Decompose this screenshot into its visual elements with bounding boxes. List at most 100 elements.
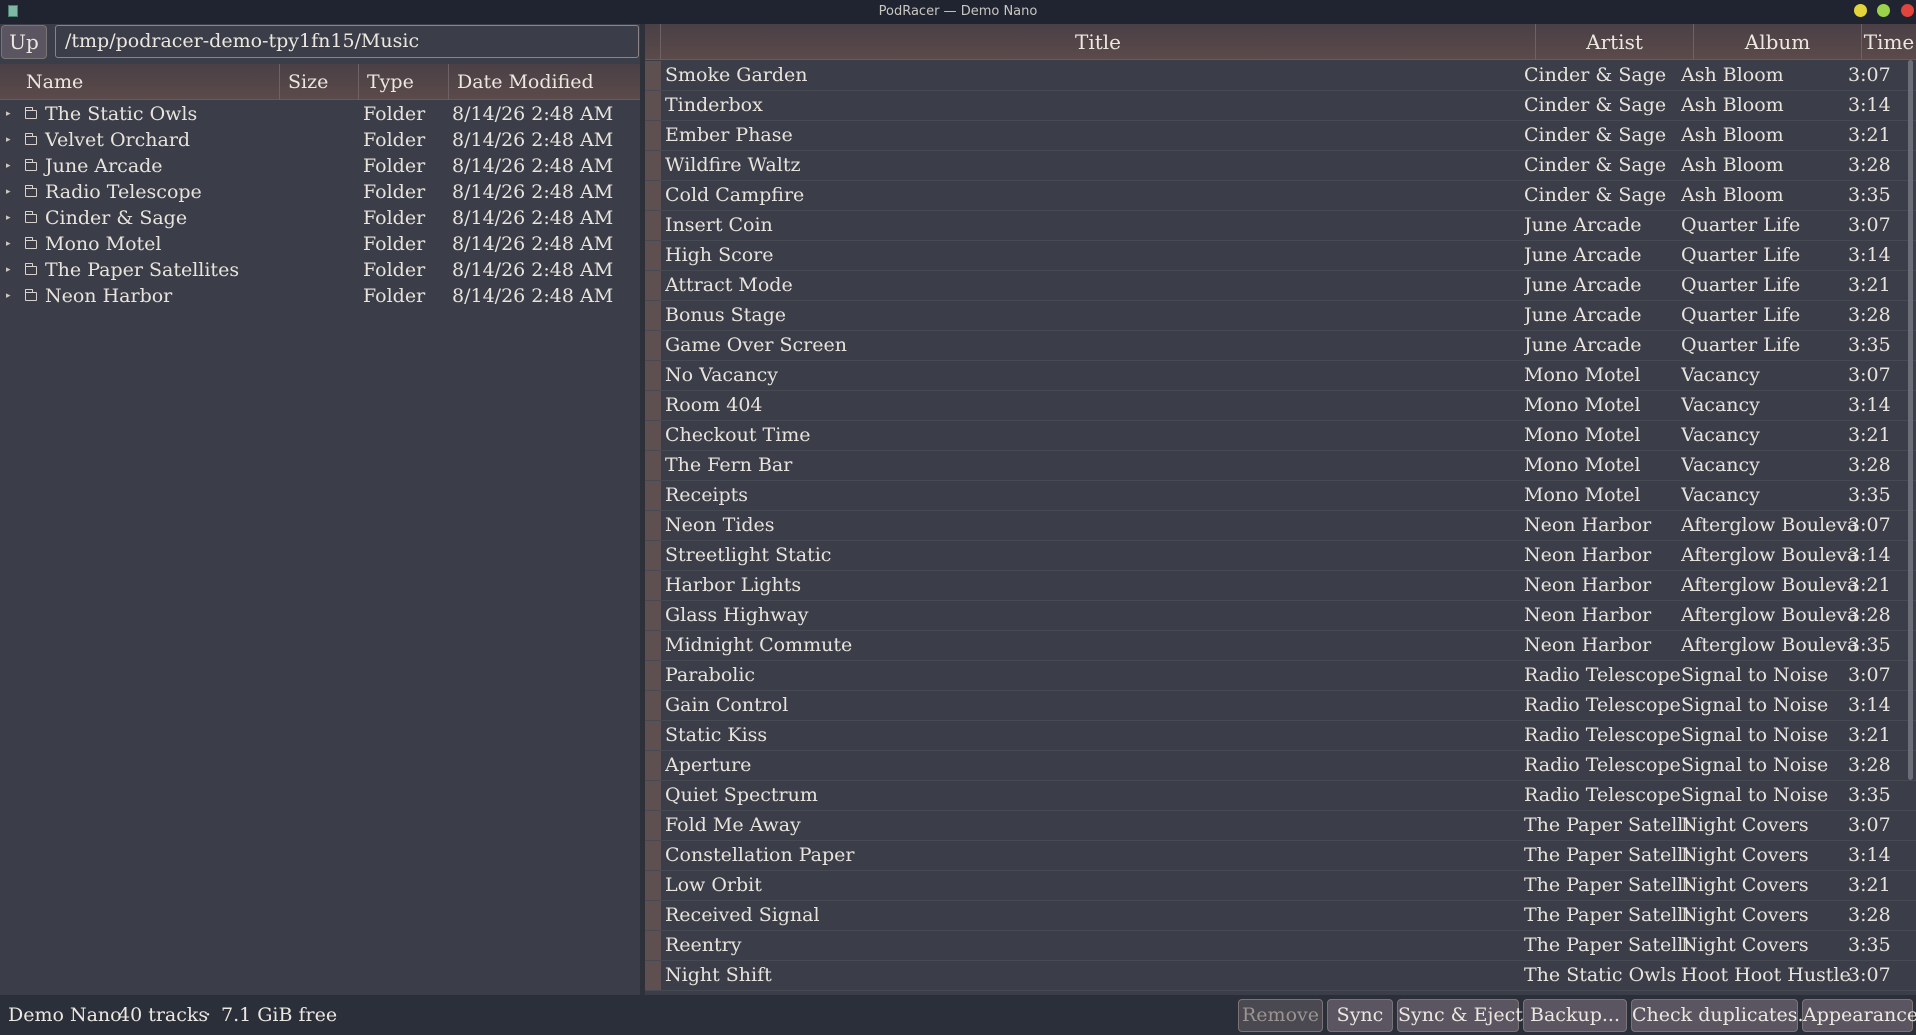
- row-header[interactable]: [645, 121, 661, 150]
- row-header[interactable]: [645, 631, 661, 660]
- row-header[interactable]: [645, 331, 661, 360]
- track-row[interactable]: Attract Mode June Arcade Quarter Life 3:21: [645, 271, 1916, 301]
- file-name: Mono Motel: [45, 233, 162, 255]
- column-header-name[interactable]: Name: [0, 64, 280, 100]
- file-list-item[interactable]: ▸ The Static Owls Folder 8/14/26 2:48 AM: [0, 101, 640, 127]
- row-header[interactable]: [645, 931, 661, 960]
- expand-arrow-icon[interactable]: ▸: [6, 153, 11, 179]
- file-list-item[interactable]: ▸ Velvet Orchard Folder 8/14/26 2:48 AM: [0, 127, 640, 153]
- column-header-title[interactable]: Title: [661, 24, 1536, 60]
- track-row[interactable]: The Fern Bar Mono Motel Vacancy 3:28: [645, 451, 1916, 481]
- sync-button[interactable]: Sync: [1327, 999, 1393, 1032]
- track-row[interactable]: Wildfire Waltz Cinder & Sage Ash Bloom 3:28: [645, 151, 1916, 181]
- track-album: Signal to Noise: [1681, 664, 1829, 686]
- track-row[interactable]: Receipts Mono Motel Vacancy 3:35: [645, 481, 1916, 511]
- expand-arrow-icon[interactable]: ▸: [6, 231, 11, 257]
- column-header-size[interactable]: Size: [280, 64, 359, 100]
- row-header[interactable]: [645, 391, 661, 420]
- row-header[interactable]: [645, 451, 661, 480]
- row-header[interactable]: [645, 421, 661, 450]
- track-row[interactable]: Gain Control Radio Telescope Signal to Noi…: [645, 691, 1916, 721]
- track-list-scrollbar[interactable]: [1908, 60, 1913, 780]
- track-row[interactable]: Harbor Lights Neon Harbor Afterglow Boulev…: [645, 571, 1916, 601]
- row-header[interactable]: [645, 361, 661, 390]
- file-list-item[interactable]: ▸ Mono Motel Folder 8/14/26 2:48 AM: [0, 231, 640, 257]
- row-header[interactable]: [645, 661, 661, 690]
- track-row[interactable]: Night Shift The Static Owls Hoot Hoot Hust…: [645, 961, 1916, 991]
- file-list-item[interactable]: ▸ Cinder & Sage Folder 8/14/26 2:48 AM: [0, 205, 640, 231]
- track-row[interactable]: Checkout Time Mono Motel Vacancy 3:21: [645, 421, 1916, 451]
- up-button[interactable]: Up: [1, 25, 47, 59]
- file-list-item[interactable]: ▸ The Paper Satellites Folder 8/14/26 2:48 …: [0, 257, 640, 283]
- track-row[interactable]: Static Kiss Radio Telescope Signal to Nois…: [645, 721, 1916, 751]
- row-header[interactable]: [645, 601, 661, 630]
- expand-arrow-icon[interactable]: ▸: [6, 179, 11, 205]
- appearance-button[interactable]: Appearance: [1802, 999, 1916, 1032]
- track-row[interactable]: Neon Tides Neon Harbor Afterglow Boulevard…: [645, 511, 1916, 541]
- row-header[interactable]: [645, 541, 661, 570]
- row-header[interactable]: [645, 781, 661, 810]
- track-row[interactable]: Tinderbox Cinder & Sage Ash Bloom 3:14: [645, 91, 1916, 121]
- minimize-icon[interactable]: [1854, 4, 1867, 17]
- expand-arrow-icon[interactable]: ▸: [6, 283, 11, 309]
- column-header-date-modified[interactable]: Date Modified: [449, 64, 640, 100]
- expand-arrow-icon[interactable]: ▸: [6, 127, 11, 153]
- file-list-item[interactable]: ▸ Radio Telescope Folder 8/14/26 2:48 AM: [0, 179, 640, 205]
- track-row[interactable]: Bonus Stage June Arcade Quarter Life 3:28: [645, 301, 1916, 331]
- backup-button[interactable]: Backup...: [1523, 999, 1627, 1032]
- track-row[interactable]: Aperture Radio Telescope Signal to Noise 3:…: [645, 751, 1916, 781]
- track-row[interactable]: Received Signal The Paper SatellitesNight…: [645, 901, 1916, 931]
- row-header[interactable]: [645, 721, 661, 750]
- file-list-item[interactable]: ▸ Neon Harbor Folder 8/14/26 2:48 AM: [0, 283, 640, 309]
- close-icon[interactable]: [1901, 4, 1914, 17]
- row-header[interactable]: [645, 871, 661, 900]
- expand-arrow-icon[interactable]: ▸: [6, 257, 11, 283]
- remove-button[interactable]: Remove: [1238, 999, 1323, 1032]
- column-header-artist[interactable]: Artist: [1536, 24, 1694, 60]
- row-header[interactable]: [645, 901, 661, 930]
- row-header[interactable]: [645, 511, 661, 540]
- expand-arrow-icon[interactable]: ▸: [6, 205, 11, 231]
- row-header[interactable]: [645, 571, 661, 600]
- row-header[interactable]: [645, 841, 661, 870]
- track-row[interactable]: Reentry The Paper SatellitesNight Covers 3…: [645, 931, 1916, 961]
- track-row[interactable]: Ember Phase Cinder & Sage Ash Bloom 3:21: [645, 121, 1916, 151]
- row-header[interactable]: [645, 241, 661, 270]
- file-list-item[interactable]: ▸ June Arcade Folder 8/14/26 2:48 AM: [0, 153, 640, 179]
- track-row[interactable]: Quiet Spectrum Radio Telescope Signal to N…: [645, 781, 1916, 811]
- track-row[interactable]: Constellation Paper The Paper SatellitesN…: [645, 841, 1916, 871]
- track-row[interactable]: Midnight Commute Neon Harbor Afterglow Bou…: [645, 631, 1916, 661]
- row-header[interactable]: [645, 481, 661, 510]
- row-header[interactable]: [645, 61, 661, 90]
- check-duplicates-button[interactable]: Check duplicates...: [1631, 999, 1816, 1032]
- column-header-time[interactable]: Time: [1862, 24, 1916, 60]
- track-row[interactable]: Cold Campfire Cinder & Sage Ash Bloom 3:35: [645, 181, 1916, 211]
- row-header[interactable]: [645, 691, 661, 720]
- path-input[interactable]: /tmp/podracer-demo-tpy1fn15/Music: [55, 25, 639, 58]
- track-row[interactable]: Low Orbit The Paper SatellitesNight Cover…: [645, 871, 1916, 901]
- row-header[interactable]: [645, 811, 661, 840]
- track-row[interactable]: Room 404 Mono Motel Vacancy 3:14: [645, 391, 1916, 421]
- track-row[interactable]: Game Over Screen June Arcade Quarter Life 3…: [645, 331, 1916, 361]
- row-header[interactable]: [645, 211, 661, 240]
- column-header-album[interactable]: Album: [1694, 24, 1862, 60]
- track-row[interactable]: Smoke Garden Cinder & Sage Ash Bloom 3:07: [645, 61, 1916, 91]
- row-header[interactable]: [645, 751, 661, 780]
- maximize-icon[interactable]: [1877, 4, 1890, 17]
- row-header[interactable]: [645, 271, 661, 300]
- track-row[interactable]: Streetlight Static Neon Harbor Afterglow B…: [645, 541, 1916, 571]
- row-header[interactable]: [645, 301, 661, 330]
- sync-eject-button[interactable]: Sync & Eject: [1397, 999, 1523, 1032]
- row-header[interactable]: [645, 961, 661, 990]
- track-row[interactable]: Parabolic Radio Telescope Signal to Noise 3…: [645, 661, 1916, 691]
- track-row[interactable]: Insert Coin June Arcade Quarter Life 3:07: [645, 211, 1916, 241]
- row-header[interactable]: [645, 181, 661, 210]
- expand-arrow-icon[interactable]: ▸: [6, 101, 11, 127]
- row-header[interactable]: [645, 151, 661, 180]
- track-row[interactable]: Fold Me Away The Paper SatellitesNight Co…: [645, 811, 1916, 841]
- row-header[interactable]: [645, 91, 661, 120]
- track-row[interactable]: High Score June Arcade Quarter Life 3:14: [645, 241, 1916, 271]
- track-row[interactable]: Glass Highway Neon Harbor Afterglow Boulev…: [645, 601, 1916, 631]
- column-header-type[interactable]: Type: [359, 64, 449, 100]
- track-row[interactable]: No Vacancy Mono Motel Vacancy 3:07: [645, 361, 1916, 391]
